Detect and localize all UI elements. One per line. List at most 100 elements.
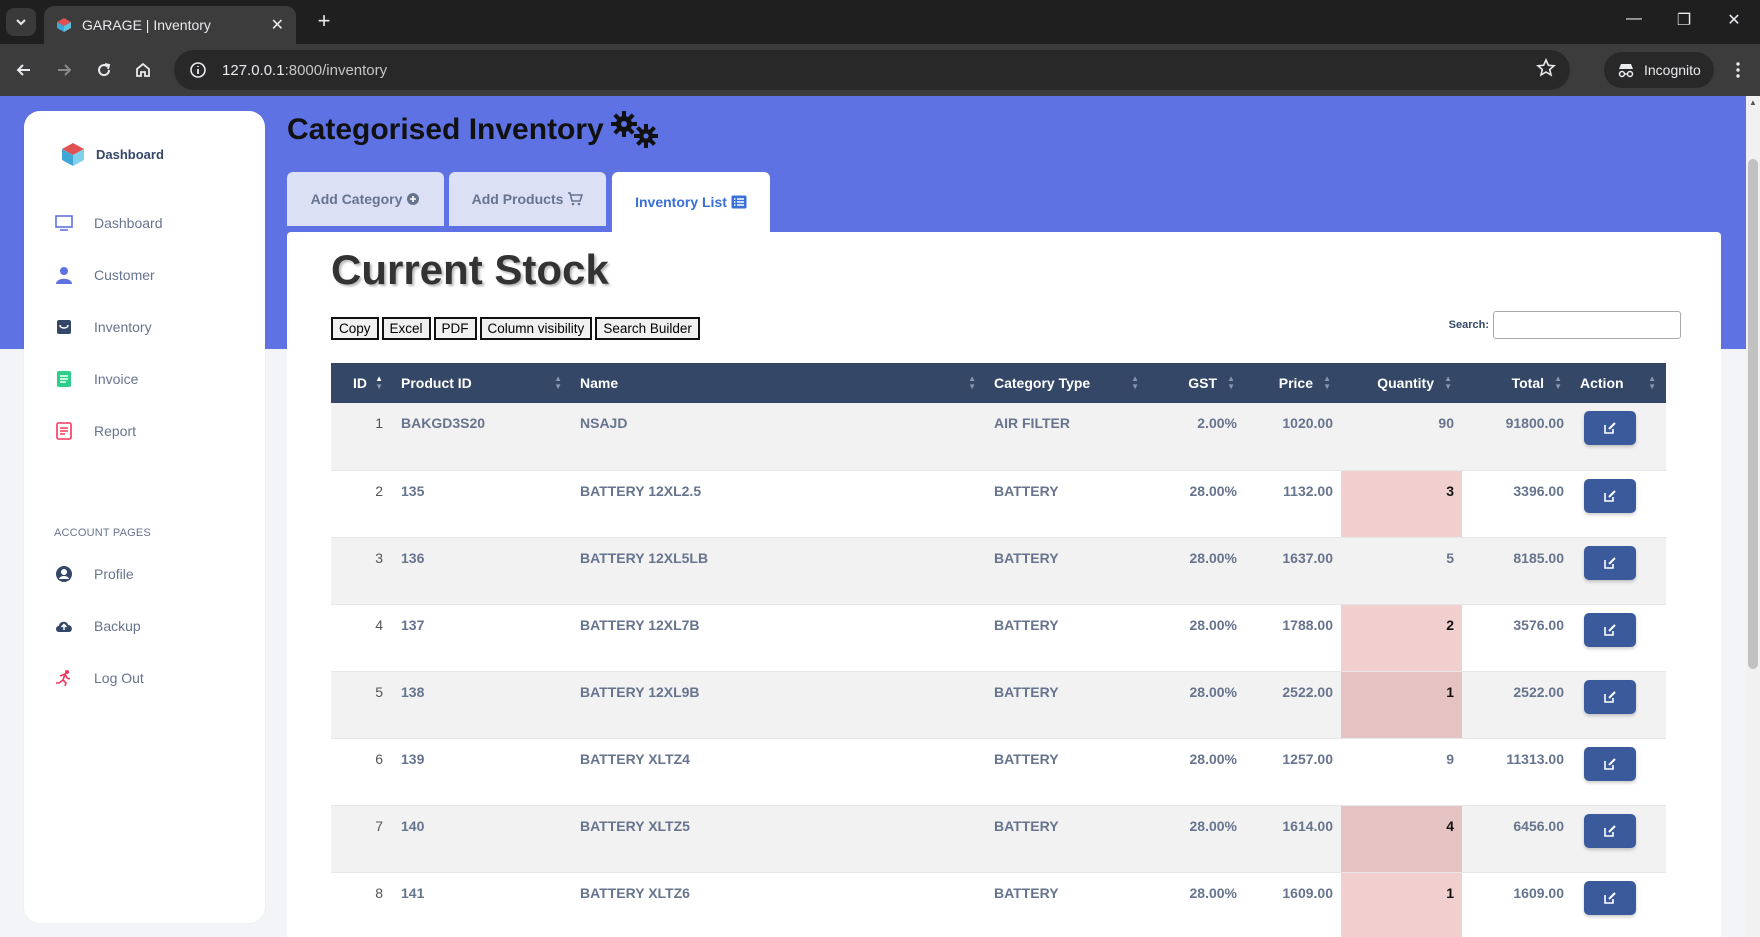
minimize-icon[interactable]: — [1622, 10, 1646, 28]
edit-button[interactable] [1584, 411, 1636, 445]
tab-add-category[interactable]: Add Category [287, 172, 444, 226]
cell-price: 2522.00 [1245, 671, 1341, 739]
chevron-down-icon [16, 19, 26, 26]
copy-button[interactable]: Copy [331, 317, 379, 340]
edit-button[interactable] [1584, 746, 1636, 781]
cell-total: 11313.00 [1462, 738, 1572, 806]
bookmark-star-icon[interactable] [1536, 58, 1556, 82]
cell-product-id: 138 [393, 671, 572, 739]
garage-logo-icon [62, 143, 84, 166]
back-button[interactable] [10, 56, 38, 84]
cell-id: 3 [331, 537, 393, 605]
tab-search-button[interactable] [6, 8, 36, 36]
address-bar[interactable]: 127.0.0.1:8000/inventory [174, 50, 1570, 90]
table-row: 1 BAKGD3S20 NSAJD AIR FILTER 2.00% 1020.00 90 9… [331, 403, 1666, 471]
brand-label: Dashboard [96, 146, 164, 162]
cell-id: 6 [331, 738, 393, 806]
cell-quantity: 5 [1341, 537, 1462, 605]
cell-id: 7 [331, 805, 393, 873]
new-tab-button[interactable]: + [312, 10, 336, 34]
cell-action [1572, 604, 1666, 672]
sidebar-item-dashboard[interactable]: Dashboard [54, 211, 163, 235]
monitor-icon [54, 213, 74, 233]
column-header-gst[interactable]: GST ▲ ▼ [1149, 363, 1245, 403]
scroll-up-arrow-icon[interactable]: ▲ [1749, 98, 1757, 107]
cell-gst: 28.00% [1149, 738, 1245, 806]
cell-gst: 2.00% [1149, 403, 1245, 471]
cell-price: 1609.00 [1245, 872, 1341, 937]
cell-action [1572, 872, 1666, 937]
cell-action [1572, 537, 1666, 605]
cell-quantity: 1 [1341, 671, 1462, 739]
cell-product-id: 136 [393, 537, 572, 605]
tab-inventory-list[interactable]: Inventory List [612, 172, 770, 232]
sort-icon: ▲ ▼ [1444, 374, 1452, 391]
sidebar-item-label: Inventory [94, 319, 152, 335]
brand-link[interactable]: Dashboard [60, 141, 164, 167]
cell-name: BATTERY XLTZ5 [572, 805, 986, 873]
edit-button[interactable] [1584, 813, 1636, 848]
cell-total: 1609.00 [1462, 872, 1572, 937]
column-header-category-type[interactable]: Category Type ▲ ▼ [986, 363, 1149, 403]
table-row: 8 141 BATTERY XLTZ6 BATTERY 28.00% 1609.00 1 16… [331, 872, 1666, 937]
inventory-table-body: 1 BAKGD3S20 NSAJD AIR FILTER 2.00% 1020.00 90 9… [331, 403, 1666, 937]
sidebar-item-customer[interactable]: Customer [54, 263, 155, 287]
column-header-total[interactable]: Total ▲ ▼ [1462, 363, 1572, 403]
sidebar-item-logout[interactable]: Log Out [54, 666, 144, 690]
account-pages-heading: ACCOUNT PAGES [54, 527, 151, 539]
incognito-indicator[interactable]: Incognito [1604, 52, 1714, 88]
sidebar-item-report[interactable]: Report [54, 419, 136, 443]
sidebar-item-backup[interactable]: Backup [54, 614, 141, 638]
edit-button[interactable] [1584, 545, 1636, 580]
edit-button[interactable] [1584, 679, 1636, 714]
page-scrollbar[interactable]: ▲ [1746, 96, 1760, 937]
column-header-name[interactable]: Name ▲ ▼ [572, 363, 986, 403]
home-button[interactable] [129, 56, 157, 84]
column-header-id[interactable]: ID ▲ ▼ [331, 363, 393, 403]
cell-gst: 28.00% [1149, 671, 1245, 739]
page-title: Categorised Inventory [287, 110, 660, 150]
edit-icon [1604, 757, 1616, 770]
sidebar-item-profile[interactable]: Profile [54, 562, 134, 586]
column-visibility-button[interactable]: Column visibility [479, 317, 593, 340]
forward-button[interactable] [50, 56, 78, 84]
running-icon [54, 668, 74, 688]
site-info-icon[interactable] [188, 60, 208, 80]
report-icon [54, 421, 74, 441]
cell-category: BATTERY [986, 805, 1149, 873]
search-input[interactable] [1493, 311, 1681, 339]
table-header-row: ID ▲ ▼ Product ID ▲ ▼ Name ▲ ▼ Category Type ▲ ▼… [331, 363, 1666, 403]
excel-button[interactable]: Excel [381, 317, 431, 340]
edit-icon [1604, 690, 1616, 703]
tab-add-products[interactable]: Add Products [449, 172, 606, 226]
edit-button[interactable] [1584, 478, 1636, 513]
sidebar-item-inventory[interactable]: Inventory [54, 315, 152, 339]
restore-icon[interactable]: ❐ [1672, 10, 1696, 30]
invoice-icon [54, 369, 74, 389]
column-header-quantity[interactable]: Quantity ▲ ▼ [1341, 363, 1462, 403]
cell-name: BATTERY XLTZ6 [572, 872, 986, 937]
sort-icon: ▲ ▼ [1131, 374, 1139, 391]
scrollbar-thumb[interactable] [1748, 159, 1758, 669]
browser-tabstrip: GARAGE | Inventory ✕ + — ❐ ✕ [0, 0, 1760, 44]
cell-total: 2522.00 [1462, 671, 1572, 739]
search-builder-button[interactable]: Search Builder [595, 317, 700, 340]
close-icon[interactable]: ✕ [271, 15, 284, 35]
sidebar-item-invoice[interactable]: Invoice [54, 367, 138, 391]
edit-button[interactable] [1584, 612, 1636, 647]
browser-menu-icon[interactable] [1724, 56, 1752, 84]
cell-price: 1257.00 [1245, 738, 1341, 806]
cell-category: BATTERY [986, 537, 1149, 605]
cell-price: 1132.00 [1245, 470, 1341, 538]
column-header-action[interactable]: Action ▲ ▼ [1572, 363, 1666, 403]
reload-button[interactable] [90, 56, 118, 84]
column-header-price[interactable]: Price ▲ ▼ [1245, 363, 1341, 403]
cell-name: NSAJD [572, 403, 986, 471]
edit-icon [1604, 623, 1616, 636]
browser-tab-active[interactable]: GARAGE | Inventory ✕ [44, 6, 296, 44]
cell-id: 5 [331, 671, 393, 739]
window-close-icon[interactable]: ✕ [1722, 10, 1746, 30]
pdf-button[interactable]: PDF [433, 317, 477, 340]
column-header-product-id[interactable]: Product ID ▲ ▼ [393, 363, 572, 403]
edit-button[interactable] [1584, 880, 1636, 915]
